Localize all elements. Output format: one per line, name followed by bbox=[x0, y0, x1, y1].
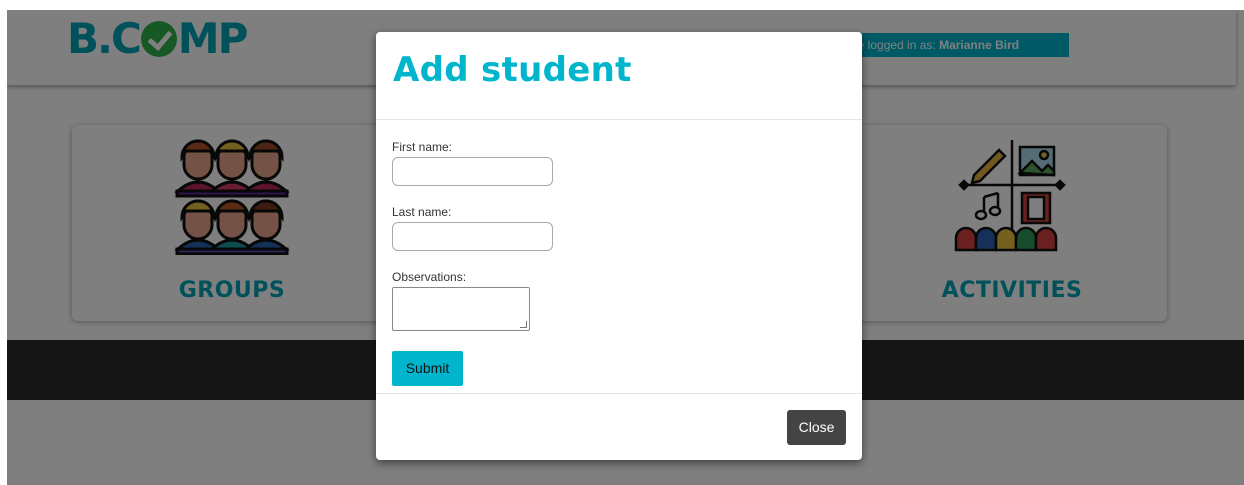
resize-grip-icon[interactable] bbox=[520, 321, 527, 328]
observations-textarea[interactable] bbox=[392, 287, 530, 331]
first-name-input[interactable] bbox=[392, 157, 553, 186]
first-name-label: First name: bbox=[392, 140, 453, 154]
last-name-input[interactable] bbox=[392, 222, 553, 251]
last-name-label: Last name: bbox=[392, 205, 452, 219]
submit-button[interactable]: Submit bbox=[392, 351, 463, 386]
modal-body: First name: Last name: Observations: Sub… bbox=[376, 120, 862, 394]
modal-title: Add student bbox=[393, 50, 632, 90]
app-viewport: B.C MP u are logged in as: Marianne Bird bbox=[7, 10, 1244, 485]
modal-footer: Close bbox=[376, 394, 862, 460]
observations-label: Observations: bbox=[392, 270, 467, 284]
close-button[interactable]: Close bbox=[787, 410, 846, 445]
add-student-modal: Add student First name: Last name: Obser… bbox=[376, 32, 862, 460]
page: B.C MP u are logged in as: Marianne Bird bbox=[0, 0, 1244, 485]
modal-header: Add student bbox=[376, 32, 862, 120]
